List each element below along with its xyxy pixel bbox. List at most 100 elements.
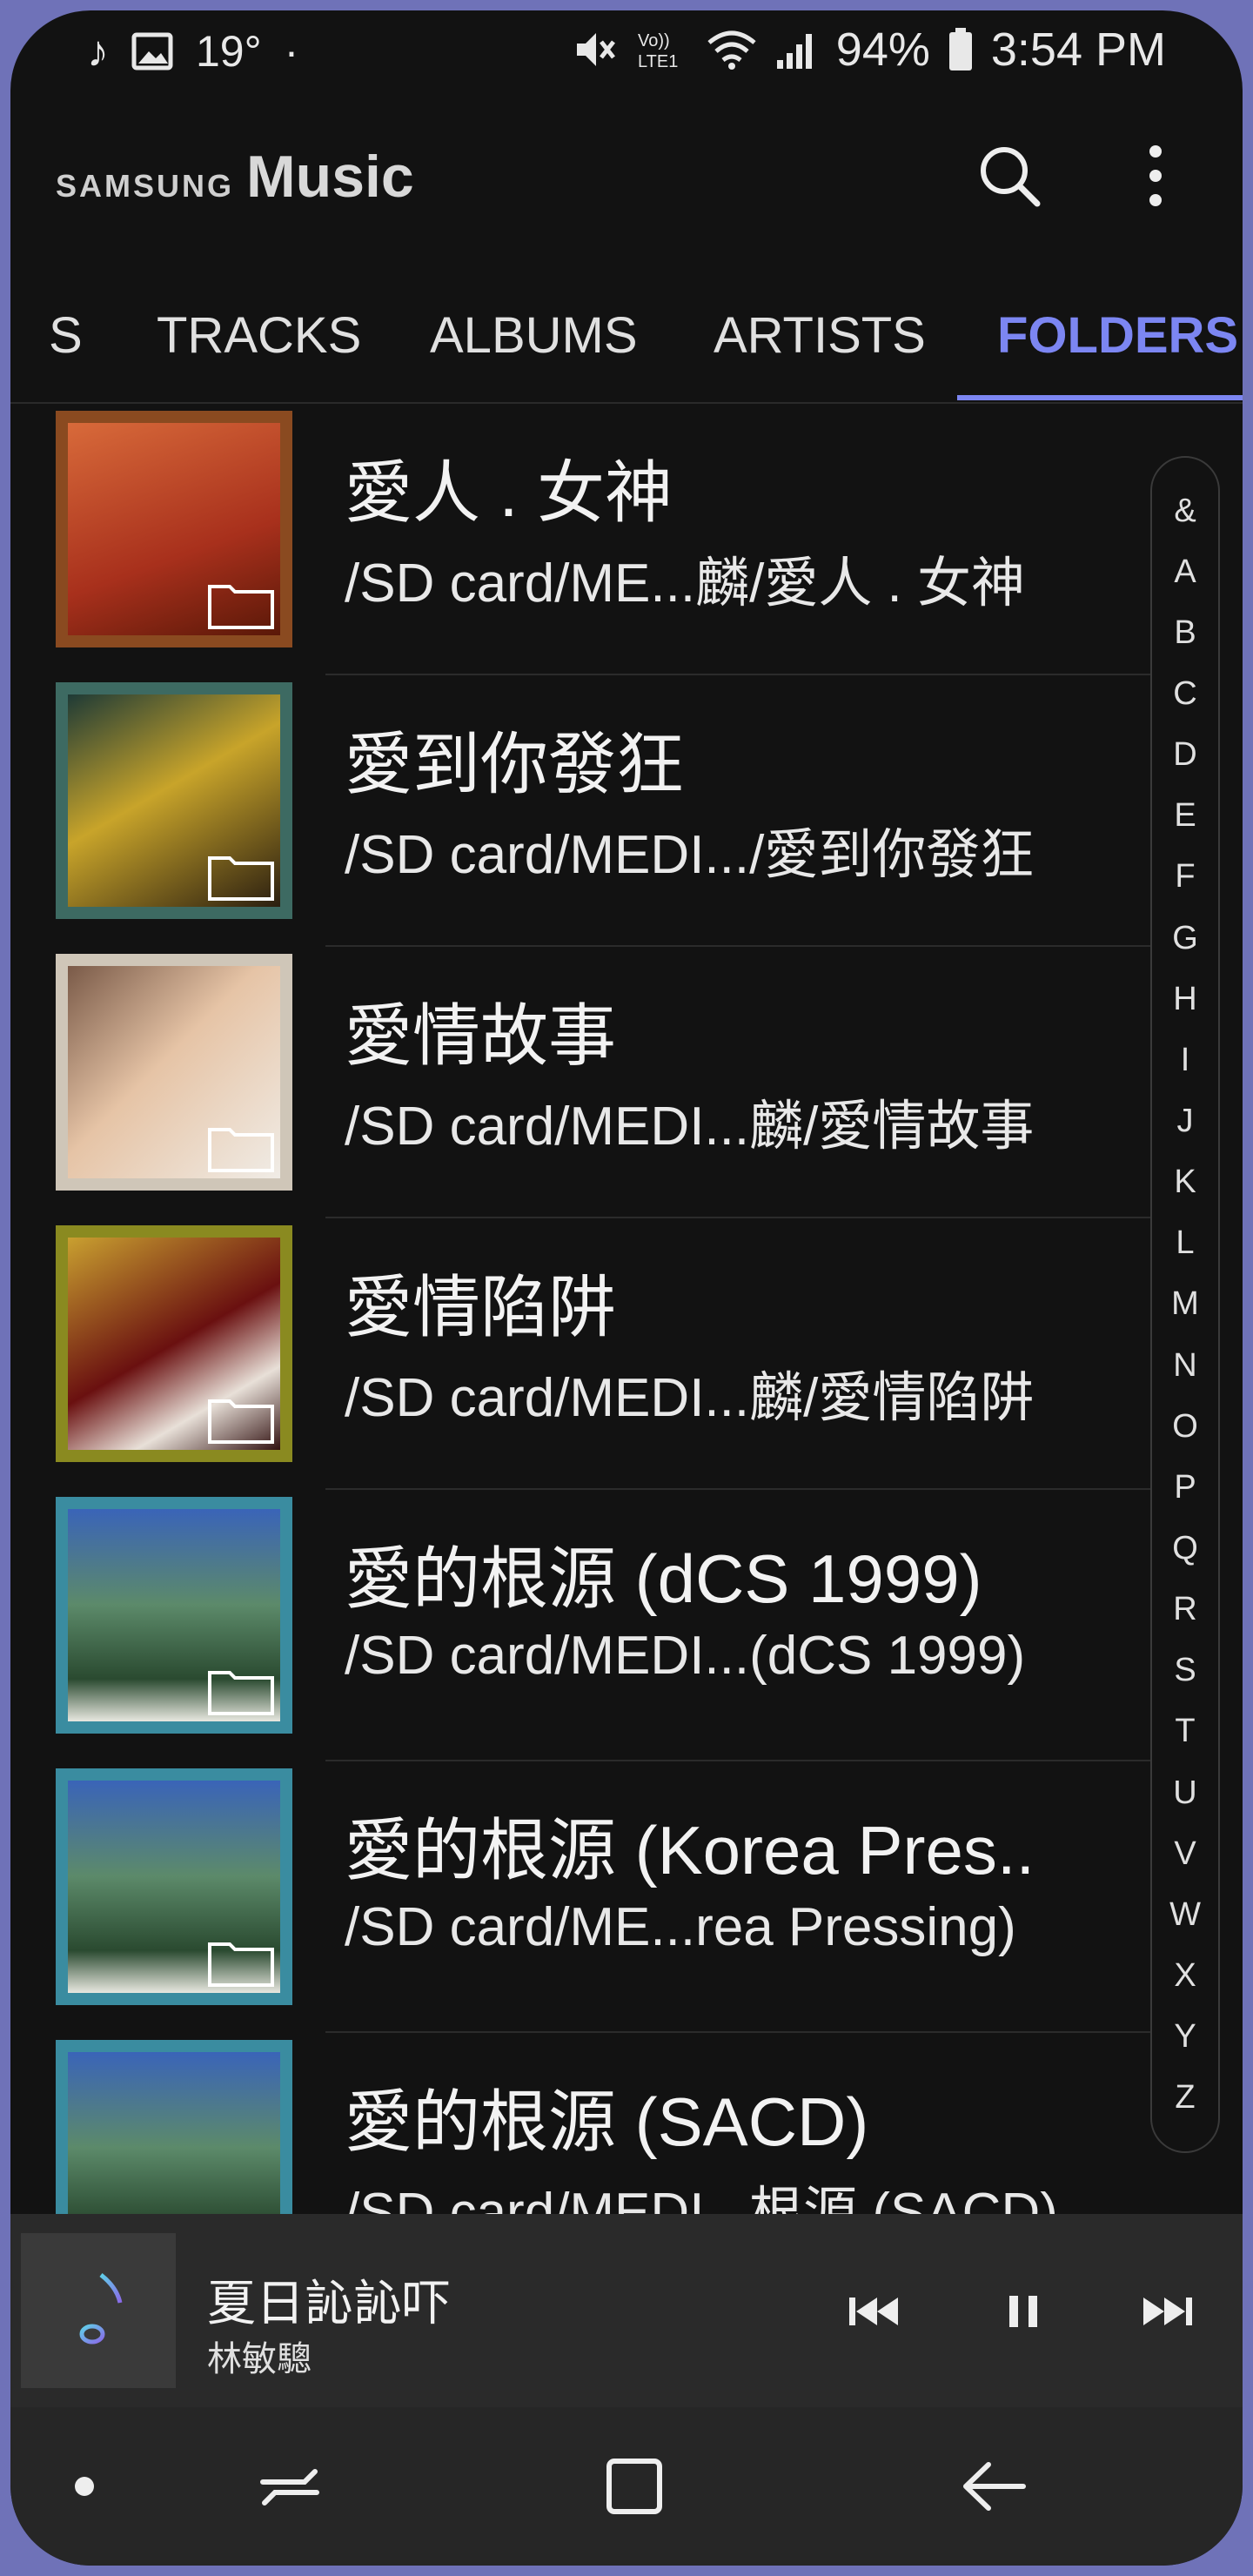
index-letter[interactable]: L [1176,1224,1194,1262]
album-art [56,954,292,1191]
list-item[interactable]: 愛情故事 /SD card/MEDI...麟/愛情故事 [10,947,1150,1218]
tab-albums[interactable]: ALBUMS [430,306,638,365]
index-letter[interactable]: M [1171,1285,1199,1323]
music-note-icon: ♪ [87,27,109,76]
search-button[interactable] [975,141,1044,211]
list-item[interactable]: 愛的根源 (dCS 1999) /SD card/MEDI...(dCS 199… [10,1490,1150,1761]
list-item[interactable]: 愛情陷阱 /SD card/MEDI...麟/愛情陷阱 [10,1218,1150,1490]
tab-folders[interactable]: FOLDERS [997,306,1238,365]
folder-list: 愛人 . 女神 /SD card/ME...麟/愛人 . 女神 愛到你發狂 /S… [10,404,1168,2223]
home-button[interactable] [595,2447,673,2526]
folder-path: /SD card/MEDI...麟/愛情故事 [345,1097,1035,1157]
folder-title: 愛人 . 女神 [345,454,673,531]
mini-player[interactable]: 夏日訫訫吓 林敏驄 [10,2214,1243,2407]
folder-icon [208,856,274,901]
signal-icon [776,34,812,69]
search-icon [981,147,1041,207]
home-square-icon [606,2459,662,2514]
index-letter[interactable]: Y [1174,2018,1196,2056]
list-item[interactable]: 愛的根源 (Korea Pres.. /SD card/ME...rea Pre… [10,1761,1150,2033]
index-letter[interactable]: & [1174,493,1196,530]
now-playing-title: 夏日訫訫吓 [207,2276,451,2331]
nav-dot-button[interactable] [45,2447,124,2526]
index-letter[interactable]: T [1175,1713,1195,1750]
index-letter[interactable]: N [1173,1347,1196,1385]
folder-title: 愛的根源 (Korea Pres.. [345,1812,1035,1888]
index-letter[interactable]: X [1174,1957,1196,1995]
alphabet-index-bar[interactable]: & A B C D E F G H I J K L M N O P Q R S T U V W X Y Z [1150,456,1220,2153]
index-letter[interactable]: B [1174,614,1196,652]
svg-text:LTE1: LTE1 [638,52,678,71]
index-letter[interactable]: Q [1172,1530,1198,1567]
tab-bar: S TRACKS ALBUMS ARTISTS FOLDERS [10,272,1243,404]
index-letter[interactable]: F [1175,858,1195,896]
index-letter[interactable]: W [1169,1896,1201,1934]
folder-title: 愛情故事 [345,997,617,1074]
dot-icon [75,2477,94,2496]
folder-icon [208,1942,274,1987]
album-art [56,1225,292,1462]
index-letter[interactable]: H [1173,981,1196,1018]
battery-icon [948,28,972,70]
pause-button[interactable] [988,2277,1058,2346]
list-item[interactable]: 愛的根源 (SACD) /SD card/MEDI...根源 (SACD) [10,2033,1150,2223]
folder-title: 愛情陷阱 [345,1269,617,1345]
mute-icon [576,33,615,66]
more-vert-icon [1149,145,1162,206]
index-letter[interactable]: G [1172,920,1198,957]
system-nav-bar [10,2407,1243,2566]
logo-brand: SAMSUNG [56,168,235,204]
tab-tracks[interactable]: TRACKS [157,306,361,365]
folder-icon [208,585,274,629]
index-letter[interactable]: P [1174,1469,1196,1506]
wifi-icon [707,30,756,70]
index-letter[interactable]: U [1173,1774,1196,1812]
index-letter[interactable]: O [1172,1408,1198,1446]
folder-path: /SD card/MEDI...(dCS 1999) [345,1626,1026,1686]
album-art [56,2040,292,2223]
index-letter[interactable]: I [1181,1042,1190,1079]
folder-title: 愛的根源 (dCS 1999) [345,1540,982,1617]
index-letter[interactable]: E [1174,797,1196,835]
album-art [56,682,292,919]
svg-text:Vo)): Vo)) [638,31,670,50]
index-letter[interactable]: D [1173,736,1196,774]
status-bar: ♪ 19° · Vo)) LTE1 94% 3:54 PM [10,10,1243,97]
list-item[interactable]: 愛到你發狂 /SD card/MEDI.../愛到你發狂 [10,675,1150,947]
index-letter[interactable]: J [1177,1103,1194,1140]
recent-apps-button[interactable] [251,2447,329,2526]
folder-title: 愛的根源 (SACD) [345,2083,869,2160]
back-arrow-icon [963,2462,1026,2511]
tab-partial[interactable]: S [49,306,83,365]
folder-path: /SD card/MEDI.../愛到你發狂 [345,825,1035,885]
now-playing-artist: 林敏驄 [207,2340,312,2378]
index-letter[interactable]: R [1173,1591,1196,1628]
folder-path: /SD card/MEDI...麟/愛情陷阱 [345,1368,1035,1428]
logo-app-name: Music [246,144,414,210]
index-letter[interactable]: K [1174,1164,1196,1201]
tab-artists[interactable]: ARTISTS [714,306,926,365]
folder-title: 愛到你發狂 [345,726,685,802]
status-dot: · [284,27,299,76]
phone-screen: ♪ 19° · Vo)) LTE1 94% 3:54 PM SAMSUNG Mus… [10,10,1243,2566]
skip-previous-icon [849,2298,898,2325]
folder-icon [208,1128,274,1172]
music-note-icon [79,2273,123,2345]
app-header: SAMSUNG Music [10,106,1243,245]
list-item[interactable]: 愛人 . 女神 /SD card/ME...麟/愛人 . 女神 [10,404,1150,675]
previous-button[interactable] [839,2277,908,2346]
volte-icon: Vo)) LTE1 [638,31,678,71]
next-button[interactable] [1133,2277,1203,2346]
index-letter[interactable]: Z [1175,2079,1195,2116]
index-letter[interactable]: A [1174,553,1196,591]
album-cover-placeholder [21,2233,176,2388]
more-options-button[interactable] [1129,141,1182,211]
battery-percent: 94% [835,23,930,76]
index-letter[interactable]: S [1174,1652,1196,1689]
back-button[interactable] [954,2447,1032,2526]
index-letter[interactable]: V [1174,1835,1196,1873]
temperature: 19° [196,27,262,76]
tab-indicator [957,395,1243,400]
skip-next-icon [1143,2298,1192,2325]
index-letter[interactable]: C [1173,675,1196,713]
